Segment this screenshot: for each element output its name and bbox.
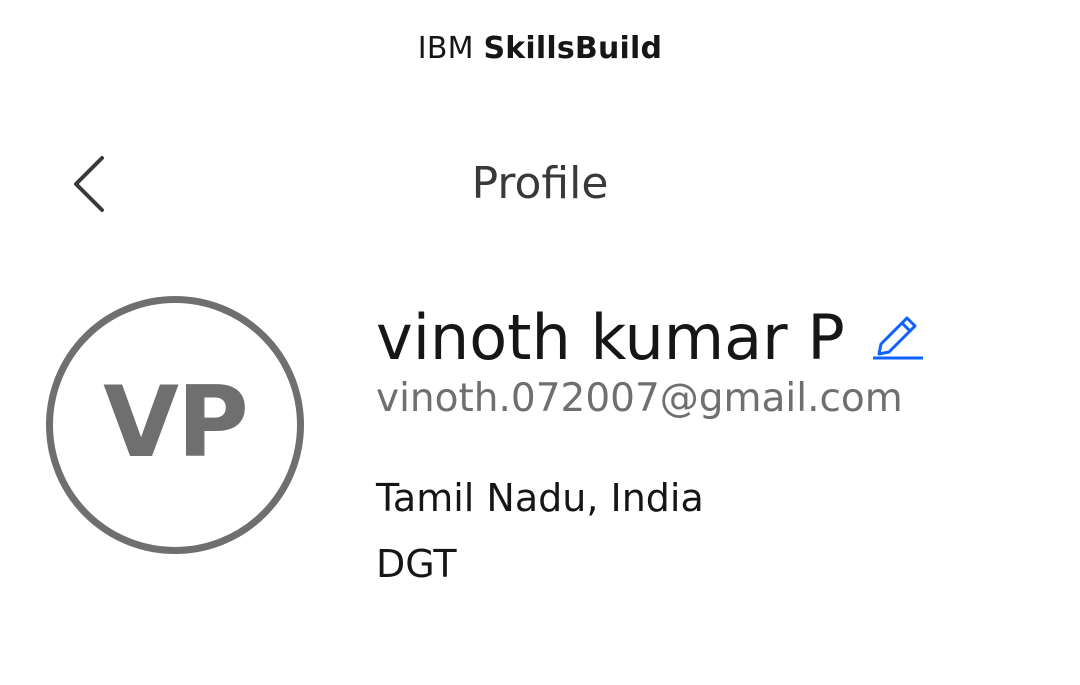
brand-prefix: IBM [417, 31, 474, 66]
brand-product-name: SkillsBuild [483, 31, 663, 66]
profile-organization: DGT [376, 542, 457, 586]
profile-location: Tamil Nadu, India [376, 476, 704, 520]
profile-email: vinoth.072007@gmail.com [376, 376, 903, 421]
avatar: VP [46, 296, 304, 554]
brand-logo: IBM SkillsBuild [0, 28, 1080, 70]
profile-name-row: vinoth kumar P [376, 298, 925, 378]
page-title: Profile [471, 158, 609, 209]
profile-name: vinoth kumar P [376, 301, 845, 374]
pencil-icon [872, 316, 923, 360]
edit-profile-button[interactable] [871, 308, 925, 362]
avatar-initials: VP [103, 366, 249, 480]
